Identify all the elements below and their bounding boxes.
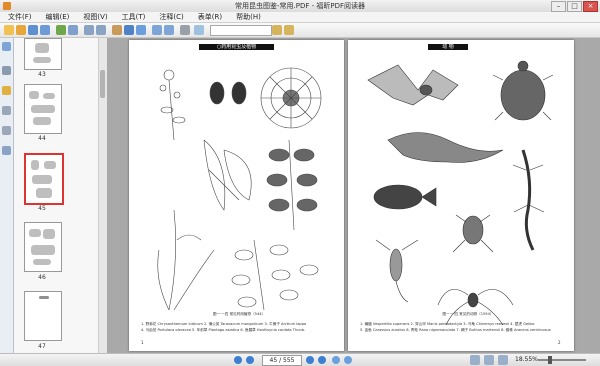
menu-edit[interactable]: 编辑(E) [44, 12, 72, 22]
find-options-icon[interactable] [284, 25, 294, 35]
close-button[interactable]: × [583, 1, 598, 12]
zoom-in-icon[interactable] [152, 25, 162, 35]
continuous-page-icon[interactable] [484, 355, 494, 365]
minimize-button[interactable]: – [551, 1, 566, 12]
figure-caption-line: 1. 蝙蝠 Vespertilio superans 2. 穿山甲 Manis … [360, 322, 535, 326]
typewriter-icon[interactable] [180, 25, 190, 35]
first-page-button[interactable] [234, 356, 242, 364]
copy-icon[interactable] [68, 25, 78, 35]
signatures-panel-icon[interactable] [2, 146, 11, 155]
menu-form[interactable]: 表单(R) [196, 12, 224, 22]
next-view-button[interactable] [344, 356, 352, 364]
bookmarks-panel-icon[interactable] [2, 66, 11, 75]
menu-help[interactable]: 帮助(H) [234, 12, 263, 22]
select-text-icon[interactable] [124, 25, 134, 35]
thumbnail-page-47[interactable] [24, 291, 62, 341]
toolbar [0, 23, 600, 38]
thumbnail-page-43[interactable] [24, 38, 62, 70]
thumbnail-label: 45 [38, 205, 46, 212]
maximize-button[interactable]: □ [567, 1, 582, 12]
zoom-slider[interactable] [538, 359, 586, 361]
page-number: 1 [141, 340, 144, 345]
pages-panel-icon[interactable] [2, 42, 11, 51]
navigation-panel-strip [0, 38, 14, 353]
page-thumbnails-panel: 43 44 45 46 47 [14, 38, 99, 353]
open-folder-icon[interactable] [4, 25, 14, 35]
menu-view[interactable]: 视图(V) [81, 12, 109, 22]
thumbnail-page-44[interactable] [24, 84, 62, 134]
thumbnail-label: 43 [38, 71, 46, 78]
menu-comment[interactable]: 注释(C) [157, 12, 185, 22]
thumbnail-scrollbar-thumb[interactable] [100, 70, 105, 98]
single-page-icon[interactable] [470, 355, 480, 365]
window-controls: – □ × [551, 1, 598, 12]
next-page-button[interactable] [306, 356, 314, 364]
print-icon[interactable] [40, 25, 50, 35]
thumbnail-label: 46 [38, 274, 46, 281]
figure-caption-line: 5. 金鱼 Carassius auratus 6. 青蛙 Rana nigro… [360, 328, 551, 332]
page-number: 2 [558, 340, 561, 345]
facing-page-icon[interactable] [498, 355, 508, 365]
attachments-panel-icon[interactable] [2, 126, 11, 135]
layers-panel-icon[interactable] [2, 106, 11, 115]
document-view[interactable]: ○药用昆虫及植物 图一·一四 常见药用植物（544） 1. 野菊花 Chrysa… [107, 38, 600, 353]
previous-view-button[interactable] [332, 356, 340, 364]
zoom-out-icon[interactable] [164, 25, 174, 35]
zoom-level: 18.55% [515, 356, 538, 363]
status-bar: 45 / 555 18.55% [0, 353, 600, 366]
thumbnail-scrollbar[interactable] [98, 38, 107, 353]
figure-caption-line: 4. 马齿苋 Portulaca oleracea 5. 车前草 Plantag… [141, 328, 306, 332]
thumbnail-label: 47 [38, 343, 46, 350]
search-icon[interactable] [194, 25, 204, 35]
first-page-icon[interactable] [84, 25, 94, 35]
comments-panel-icon[interactable] [2, 86, 11, 95]
plant-illustrations [157, 67, 322, 311]
search-input[interactable] [210, 25, 272, 36]
figure-caption-title: 图一·一四 常见的动物（1594） [442, 312, 494, 316]
figure-caption-line: 1. 野菊花 Chrysanthemum indicum 2. 蒲公英 Tara… [141, 322, 307, 326]
page-number-input[interactable]: 45 / 555 [262, 355, 302, 366]
thumbnail-page-45[interactable] [24, 153, 64, 205]
last-page-button[interactable] [318, 356, 326, 364]
thumbnail-label: 44 [38, 135, 46, 142]
last-page-icon[interactable] [96, 25, 106, 35]
hand-tool-icon[interactable] [112, 25, 122, 35]
menu-file[interactable]: 文件(F) [6, 12, 34, 22]
window-title: 常用昆虫图鉴-常用.PDF - 福昕PDF阅读器 [234, 2, 365, 10]
open-file-icon[interactable] [16, 25, 26, 35]
menu-tools[interactable]: 工具(T) [120, 12, 148, 22]
thumbnail-page-46[interactable] [24, 222, 62, 272]
figure-caption-title: 图一·一四 常见药用植物（544） [212, 312, 266, 316]
menu-bar: 文件(F) 编辑(E) 视图(V) 工具(T) 注释(C) 表单(R) 帮助(H… [0, 12, 600, 23]
find-next-icon[interactable] [272, 25, 282, 35]
pdf-page-right: 动 物 图一·一四 常见的动物（1594） 1. 蝙蝠 Vespertilio … [348, 40, 574, 351]
save-icon[interactable] [28, 25, 38, 35]
previous-page-button[interactable] [246, 356, 254, 364]
zoom-slider-handle[interactable] [548, 356, 552, 364]
email-icon[interactable] [56, 25, 66, 35]
pdf-page-left: ○药用昆虫及植物 图一·一四 常见药用植物（544） 1. 野菊花 Chrysa… [129, 40, 344, 351]
snapshot-icon[interactable] [136, 25, 146, 35]
animal-illustrations [367, 60, 554, 326]
